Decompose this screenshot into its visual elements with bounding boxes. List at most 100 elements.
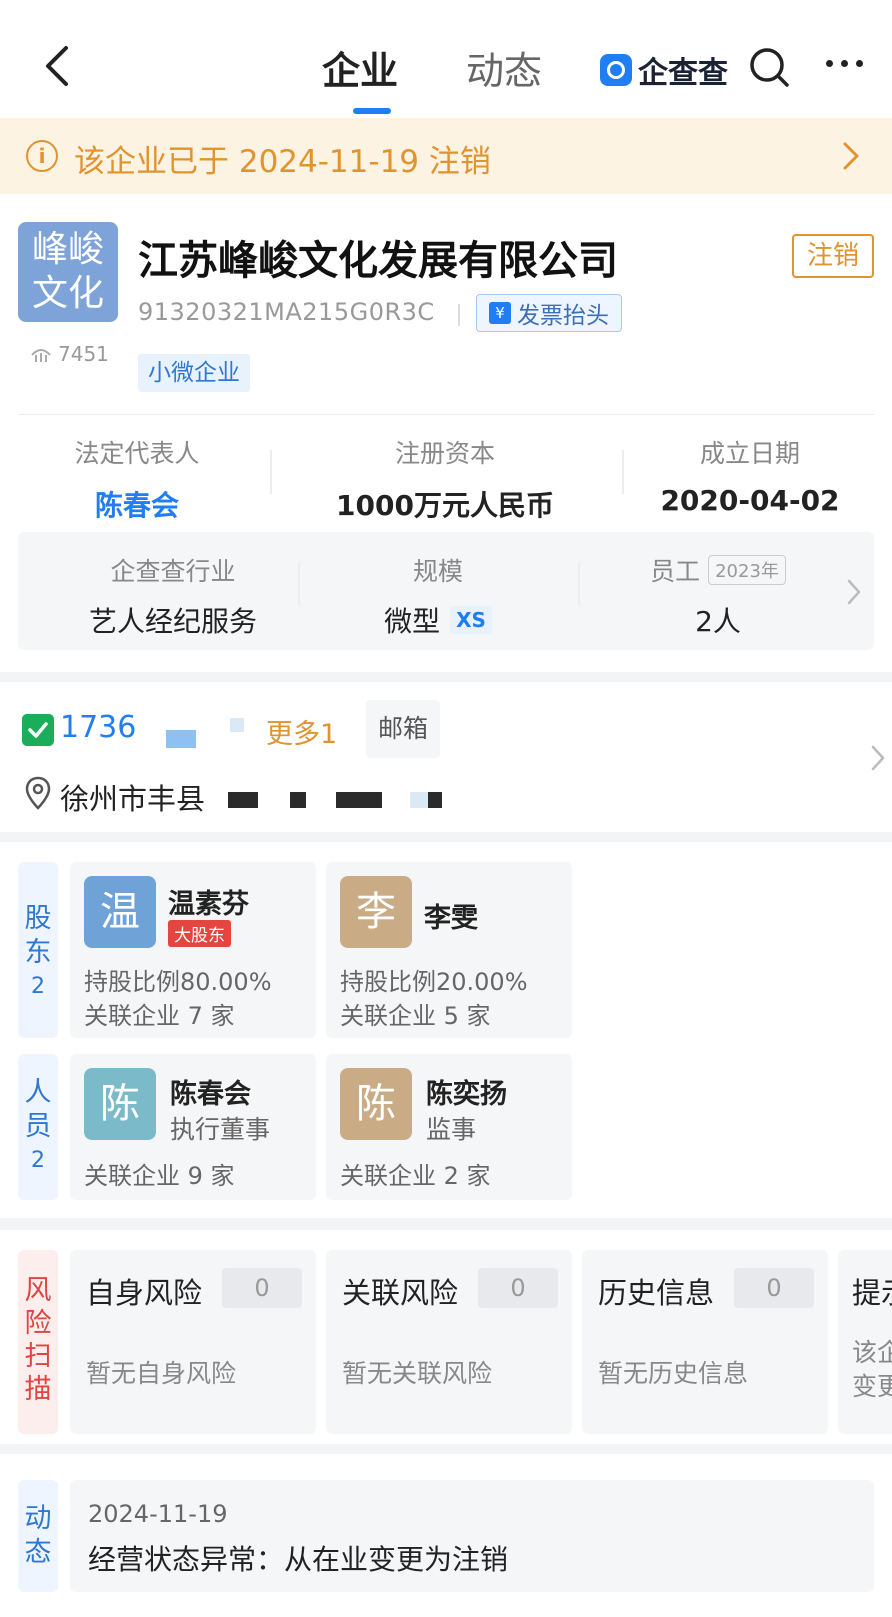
hint-line: 变更 bbox=[852, 1372, 892, 1401]
side-label-char: 东 bbox=[24, 937, 52, 968]
search-icon[interactable] bbox=[748, 46, 790, 88]
avatar: 李 bbox=[340, 876, 412, 948]
news-item[interactable]: 2024-11-19 经营状态异常：从在业变更为注销 bbox=[70, 1480, 874, 1592]
risk-title: 历史信息 bbox=[598, 1276, 715, 1310]
legal-rep-label: 法定代表人 bbox=[74, 439, 200, 468]
avatar: 陈 bbox=[340, 1068, 412, 1140]
redaction-mask bbox=[410, 792, 428, 808]
back-icon[interactable] bbox=[38, 44, 78, 88]
capital-value: 1000万元人民币 bbox=[336, 489, 554, 522]
risk-count: 0 bbox=[734, 1268, 814, 1308]
brand-logo: 企查查 bbox=[600, 48, 728, 92]
staff-tab[interactable]: 人 员 2 bbox=[18, 1054, 58, 1200]
risk-title: 关联风险 bbox=[342, 1276, 459, 1310]
history-info-card[interactable]: 历史信息 0 暂无历史信息 bbox=[582, 1250, 828, 1434]
side-label-char: 风 bbox=[24, 1275, 52, 1306]
person-name: 温素芬 bbox=[168, 889, 249, 920]
risk-desc: 暂无历史信息 bbox=[598, 1359, 749, 1388]
invoice-title-label: 发票抬头 bbox=[517, 303, 609, 329]
yen-icon: ¥ bbox=[489, 302, 511, 324]
redaction-mask bbox=[336, 792, 382, 808]
shareholder-card[interactable]: 李 李雯 持股比例20.00% 关联企业 5 家 bbox=[326, 862, 572, 1038]
side-label-char: 险 bbox=[24, 1308, 52, 1339]
own-risk-card[interactable]: 自身风险 0 暂无自身风险 bbox=[70, 1250, 316, 1434]
more-phones-link[interactable]: 更多1 bbox=[266, 712, 337, 751]
location-pin-icon bbox=[25, 776, 51, 810]
major-shareholder-badge: 大股东 bbox=[168, 920, 231, 947]
risk-scan-tab[interactable]: 风 险 扫 描 bbox=[18, 1250, 58, 1434]
active-tab-indicator bbox=[353, 108, 391, 114]
credit-code[interactable]: 91320321MA215G0R3C bbox=[138, 298, 435, 326]
employees-label-row: 员工 2023年 bbox=[618, 552, 818, 588]
staff-card[interactable]: 陈 陈春会 执行董事 关联企业 9 家 bbox=[70, 1054, 316, 1200]
scale-badge: XS bbox=[450, 606, 492, 634]
side-label-char: 动 bbox=[24, 1503, 52, 1534]
capital-label: 注册资本 bbox=[394, 439, 495, 468]
risk-title: 提示 bbox=[852, 1276, 892, 1310]
top-bar: 企业 动态 企查查 bbox=[0, 0, 892, 118]
person-role: 监事 bbox=[426, 1115, 477, 1144]
risk-desc: 该企 变更 bbox=[852, 1336, 892, 1404]
phone-number[interactable]: 1736 bbox=[60, 710, 136, 745]
founded-label: 成立日期 bbox=[699, 439, 800, 468]
news-tab[interactable]: 动 态 bbox=[18, 1480, 58, 1592]
scale-value-row: 微型 XS bbox=[338, 600, 538, 640]
share-ratio: 持股比例20.00% bbox=[340, 968, 528, 996]
divider bbox=[270, 450, 272, 494]
founded-value: 2020-04-02 bbox=[660, 484, 840, 517]
side-label-char: 股 bbox=[24, 903, 52, 934]
industry-stats[interactable]: 企查查行业 艺人经纪服务 规模 微型 XS 员工 2023年 2人 bbox=[18, 532, 874, 650]
risk-title: 自身风险 bbox=[86, 1276, 203, 1310]
hint-line: 该企 bbox=[852, 1338, 892, 1367]
related-risk-card[interactable]: 关联风险 0 暂无关联风险 bbox=[326, 1250, 572, 1434]
hint-card[interactable]: 提示 该企 变更 bbox=[838, 1250, 892, 1434]
registered-capital: 注册资本 1000万元人民币 bbox=[320, 434, 570, 524]
redaction-mask bbox=[228, 792, 258, 808]
legal-rep[interactable]: 法定代表人 陈春会 bbox=[68, 434, 206, 524]
divider bbox=[298, 562, 300, 606]
shareholder-card[interactable]: 温 温素芬 大股东 持股比例80.00% 关联企业 7 家 bbox=[70, 862, 316, 1038]
address[interactable]: 徐州市丰县 bbox=[60, 776, 205, 818]
verified-check-icon bbox=[22, 714, 54, 746]
divider bbox=[18, 414, 874, 415]
shareholders-tab[interactable]: 股 东 2 bbox=[18, 862, 58, 1038]
share-ratio: 持股比例80.00% bbox=[84, 968, 272, 996]
redaction-mask bbox=[290, 792, 306, 808]
employees: 员工 2023年 2人 bbox=[618, 552, 818, 640]
size-tag[interactable]: 小微企业 bbox=[138, 354, 250, 392]
related-companies: 关联企业 2 家 bbox=[340, 1162, 491, 1190]
divider bbox=[578, 562, 580, 606]
brand-name: 企查查 bbox=[638, 56, 728, 91]
related-companies: 关联企业 5 家 bbox=[340, 1002, 491, 1030]
logo-line-2: 文化 bbox=[31, 273, 104, 314]
side-label-char: 员 bbox=[24, 1111, 52, 1142]
industry-value: 艺人经纪服务 bbox=[88, 605, 257, 638]
chevron-right-icon bbox=[871, 745, 885, 771]
industry: 企查查行业 艺人经纪服务 bbox=[48, 552, 298, 640]
status-badge: 注销 bbox=[792, 234, 874, 278]
company-logo: 峰峻 文化 bbox=[18, 222, 118, 322]
related-companies: 关联企业 9 家 bbox=[84, 1162, 235, 1190]
person-name: 李雯 bbox=[424, 903, 478, 934]
risk-count: 0 bbox=[478, 1268, 558, 1308]
tab-company[interactable]: 企业 bbox=[322, 40, 398, 95]
avatar: 陈 bbox=[84, 1068, 156, 1140]
staff-card[interactable]: 陈 陈奕扬 监事 关联企业 2 家 bbox=[326, 1054, 572, 1200]
tab-news[interactable]: 动态 bbox=[466, 40, 542, 95]
company-name: 江苏峰峻文化发展有限公司 bbox=[138, 238, 618, 284]
chevron-right-icon bbox=[843, 142, 859, 170]
legal-rep-value[interactable]: 陈春会 bbox=[68, 484, 206, 524]
year-badge: 2023年 bbox=[708, 555, 786, 585]
deregistered-notice[interactable]: i 该企业已于 2024-11-19 注销 bbox=[0, 118, 892, 194]
info-icon: i bbox=[26, 140, 58, 172]
scale-value: 微型 bbox=[384, 605, 441, 638]
logo-line-1: 峰峻 bbox=[31, 229, 104, 270]
invoice-title-button[interactable]: ¥ 发票抬头 bbox=[476, 294, 622, 332]
email-button[interactable]: 邮箱 bbox=[366, 700, 440, 758]
view-count: 7451 bbox=[30, 342, 109, 366]
risk-desc: 暂无关联风险 bbox=[342, 1359, 493, 1388]
more-icon[interactable] bbox=[826, 60, 863, 67]
scale-label: 规模 bbox=[412, 557, 463, 586]
chevron-right-icon bbox=[847, 579, 861, 605]
risk-desc: 暂无自身风险 bbox=[86, 1359, 237, 1388]
